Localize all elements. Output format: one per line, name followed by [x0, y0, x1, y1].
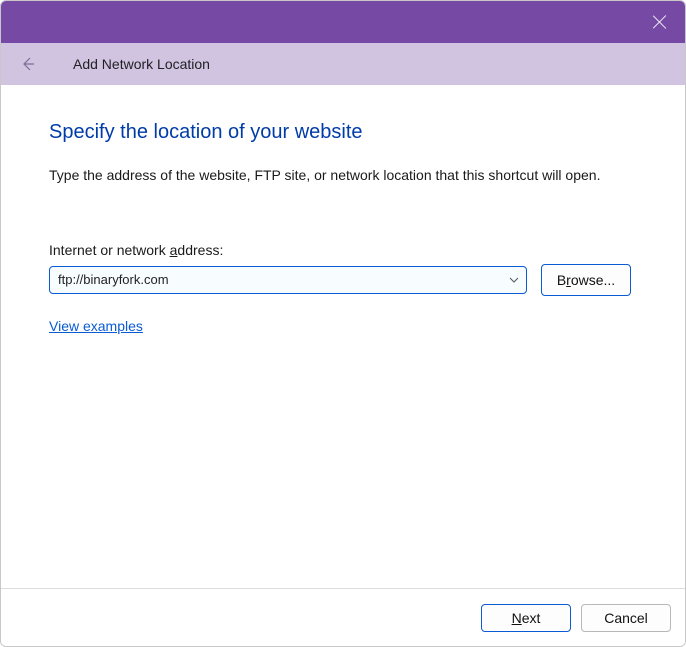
- browse-button[interactable]: Browse...: [541, 264, 631, 296]
- subheader: Add Network Location: [1, 43, 685, 85]
- wizard-title: Add Network Location: [73, 56, 210, 72]
- cancel-button[interactable]: Cancel: [581, 604, 671, 632]
- instruction-text: Type the address of the website, FTP sit…: [49, 166, 637, 186]
- close-icon[interactable]: [653, 15, 667, 29]
- address-label: Internet or network address:: [49, 242, 637, 258]
- page-title: Specify the location of your website: [49, 121, 637, 144]
- address-combo[interactable]: [49, 266, 527, 294]
- wizard-window: Add Network Location Specify the locatio…: [0, 0, 686, 647]
- address-row: Browse...: [49, 264, 637, 296]
- address-input[interactable]: [49, 266, 527, 294]
- next-button[interactable]: Next: [481, 604, 571, 632]
- footer: Next Cancel: [1, 588, 685, 646]
- titlebar: [1, 1, 685, 43]
- back-icon: [19, 55, 37, 73]
- view-examples-link[interactable]: View examples: [49, 318, 143, 334]
- content-area: Specify the location of your website Typ…: [1, 85, 685, 588]
